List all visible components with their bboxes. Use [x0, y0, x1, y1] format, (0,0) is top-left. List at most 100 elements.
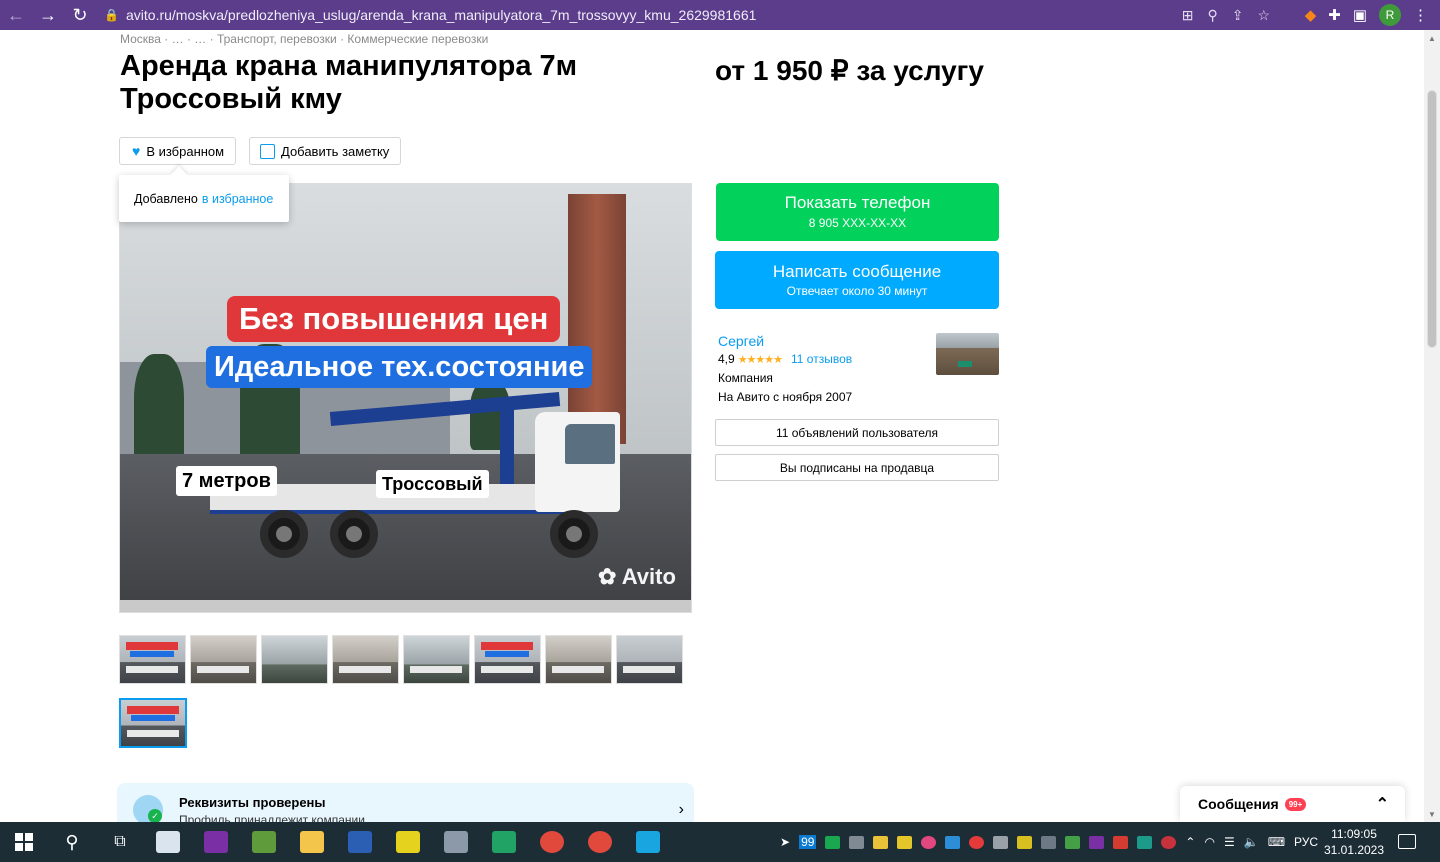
folder-icon[interactable]	[873, 835, 889, 849]
write-message-button[interactable]: Написать сообщение Отвечает около 30 мин…	[715, 251, 999, 309]
scroll-up-icon[interactable]: ▲	[1424, 30, 1440, 46]
profile-avatar[interactable]: R	[1379, 4, 1401, 26]
onenote-tray-icon[interactable]	[1089, 835, 1105, 849]
rating-value: 4,9	[718, 352, 735, 366]
tray-badge-count[interactable]: 99	[799, 835, 817, 849]
yellow-app-icon[interactable]	[897, 835, 913, 849]
eight-app-icon[interactable]	[1161, 835, 1177, 849]
favorites-link[interactable]: в избранное	[202, 192, 273, 206]
seller-avatar[interactable]	[936, 333, 999, 375]
thumbnail[interactable]	[261, 635, 328, 684]
grey-app-icon[interactable]	[993, 835, 1009, 849]
start-button[interactable]	[0, 822, 48, 862]
listing-title: Аренда крана манипулятора 7м Троссовый к…	[120, 50, 578, 115]
metamask-extension-icon[interactable]: ◆	[1305, 6, 1317, 24]
thumbnail-active[interactable]	[119, 698, 187, 748]
volume-icon[interactable]: 🔈	[1244, 835, 1259, 849]
wifi-icon[interactable]: ☰	[1224, 835, 1235, 849]
word-app-icon[interactable]	[336, 822, 384, 862]
chevron-right-icon: ›	[678, 801, 684, 818]
chevron-up-icon[interactable]: ⌃	[1376, 794, 1389, 814]
telegram-icon[interactable]: ➤	[780, 835, 790, 849]
notifications-icon[interactable]	[1398, 834, 1416, 849]
thumbnail[interactable]	[119, 635, 186, 684]
reload-icon[interactable]: ↻	[64, 0, 96, 30]
onenote-app-icon[interactable]	[192, 822, 240, 862]
reviews-link[interactable]: 11 отзывов	[791, 352, 852, 366]
write-message-label: Написать сообщение	[772, 262, 942, 281]
thumbnail[interactable]	[403, 635, 470, 684]
thumbnail[interactable]	[332, 635, 399, 684]
keyboard-icon[interactable]: ⌨	[1268, 835, 1285, 849]
red-circle-icon[interactable]	[969, 835, 985, 849]
shield-icon[interactable]	[825, 835, 841, 849]
chrome-profile-app-icon[interactable]	[576, 822, 624, 862]
language-indicator[interactable]: РУС	[1294, 835, 1318, 849]
scrollbar-thumb[interactable]	[1427, 90, 1437, 348]
green-app-icon[interactable]	[1065, 835, 1081, 849]
yellow-check-icon[interactable]	[1017, 835, 1033, 849]
favorite-tooltip: Добавлено в избранное	[119, 175, 289, 222]
listing-price: от 1 950 ₽ за услугу	[715, 55, 984, 86]
calculator-app-icon[interactable]	[432, 822, 480, 862]
forward-icon[interactable]: →	[32, 0, 64, 30]
chevron-up-icon[interactable]: ⌃	[1185, 835, 1195, 849]
verified-card[interactable]: Реквизиты проверены Профиль принадлежит …	[117, 783, 694, 822]
add-note-label: Добавить заметку	[281, 143, 390, 159]
thumbnail[interactable]	[545, 635, 612, 684]
snip-icon[interactable]	[945, 835, 961, 849]
skype-app-icon[interactable]	[624, 822, 672, 862]
photo-tag-type: Тросcовый	[376, 470, 489, 498]
messages-widget[interactable]: Сообщения 99+ ⌃	[1180, 786, 1405, 822]
thumbnail[interactable]	[474, 635, 541, 684]
main-photo[interactable]: Без повышения цен Идеальное тех.состояни…	[119, 183, 692, 613]
photo-banner-red: Без повышения цен	[227, 296, 561, 342]
zoom-icon[interactable]: ⚲	[1207, 7, 1217, 24]
task-view-icon[interactable]: ⧉	[96, 822, 144, 862]
chrome-app-icon[interactable]	[528, 822, 576, 862]
window-icon[interactable]	[1041, 835, 1057, 849]
monitor-icon[interactable]	[849, 835, 865, 849]
url-text[interactable]: avito.ru/moskva/predlozheniya_uslug/aren…	[126, 7, 756, 23]
network-icon[interactable]: ◠	[1204, 835, 1214, 849]
scroll-down-icon[interactable]: ▼	[1424, 806, 1440, 822]
red-app-icon[interactable]	[1113, 835, 1129, 849]
search-icon[interactable]: ⚲	[48, 822, 96, 862]
lock-icon[interactable]: 🔒	[104, 8, 119, 22]
favorite-label: В избранном	[146, 143, 225, 159]
thumbnail[interactable]	[190, 635, 257, 684]
notepad-app-icon[interactable]	[144, 822, 192, 862]
show-phone-button[interactable]: Показать телефон 8 905 XXX-XX-XX	[716, 183, 999, 241]
translate-icon[interactable]: ⊞	[1182, 7, 1194, 24]
page-content: Москва · … · … · Транспорт, перевозки · …	[0, 30, 1424, 822]
subscribed-button[interactable]: Вы подписаны на продавца	[715, 454, 999, 481]
browser-menu-icon[interactable]: ⋮	[1413, 6, 1428, 24]
page-scrollbar[interactable]: ▲ ▼	[1424, 30, 1440, 822]
pink-app-icon[interactable]	[921, 835, 937, 849]
bookmark-star-icon[interactable]: ☆	[1257, 7, 1270, 24]
system-clock[interactable]: 11:09:05 31.01.2023	[1322, 826, 1386, 858]
photo-tag-length: 7 метров	[176, 466, 277, 496]
notes-app-icon[interactable]	[240, 822, 288, 862]
add-note-button[interactable]: Добавить заметку	[249, 137, 402, 165]
thumbnail[interactable]	[616, 635, 683, 684]
extensions-puzzle-icon[interactable]: ✚	[1328, 6, 1341, 24]
user-ads-button[interactable]: 11 объявлений пользователя	[715, 419, 999, 446]
sticky-notes-icon[interactable]	[384, 822, 432, 862]
address-bar[interactable]: 🔒 avito.ru/moskva/predlozheniya_uslug/ar…	[104, 0, 1274, 30]
breadcrumb[interactable]: Москва · … · … · Транспорт, перевозки · …	[120, 32, 488, 46]
share-icon[interactable]: ⇪	[1232, 7, 1244, 24]
avito-watermark: ✿ Avito	[598, 564, 676, 589]
verified-title: Реквизиты проверены	[179, 795, 326, 810]
verified-subtitle: Профиль принадлежит компании	[179, 813, 365, 822]
favorite-button[interactable]: ♥ В избранном	[119, 137, 237, 165]
side-panel-icon[interactable]: ▣	[1353, 6, 1367, 24]
sheets-app-icon[interactable]	[480, 822, 528, 862]
fx-app-icon[interactable]	[1137, 835, 1153, 849]
messages-label: Сообщения	[1198, 796, 1279, 812]
rating-stars-icon: ★★★★★	[737, 353, 783, 366]
clock-date: 31.01.2023	[1323, 843, 1385, 857]
system-tray: ➤ 99 ⌃ ◠ ☰ 🔈 ⌨ РУС	[780, 822, 1318, 862]
file-explorer-icon[interactable]	[288, 822, 336, 862]
back-icon[interactable]: ←	[0, 0, 32, 30]
